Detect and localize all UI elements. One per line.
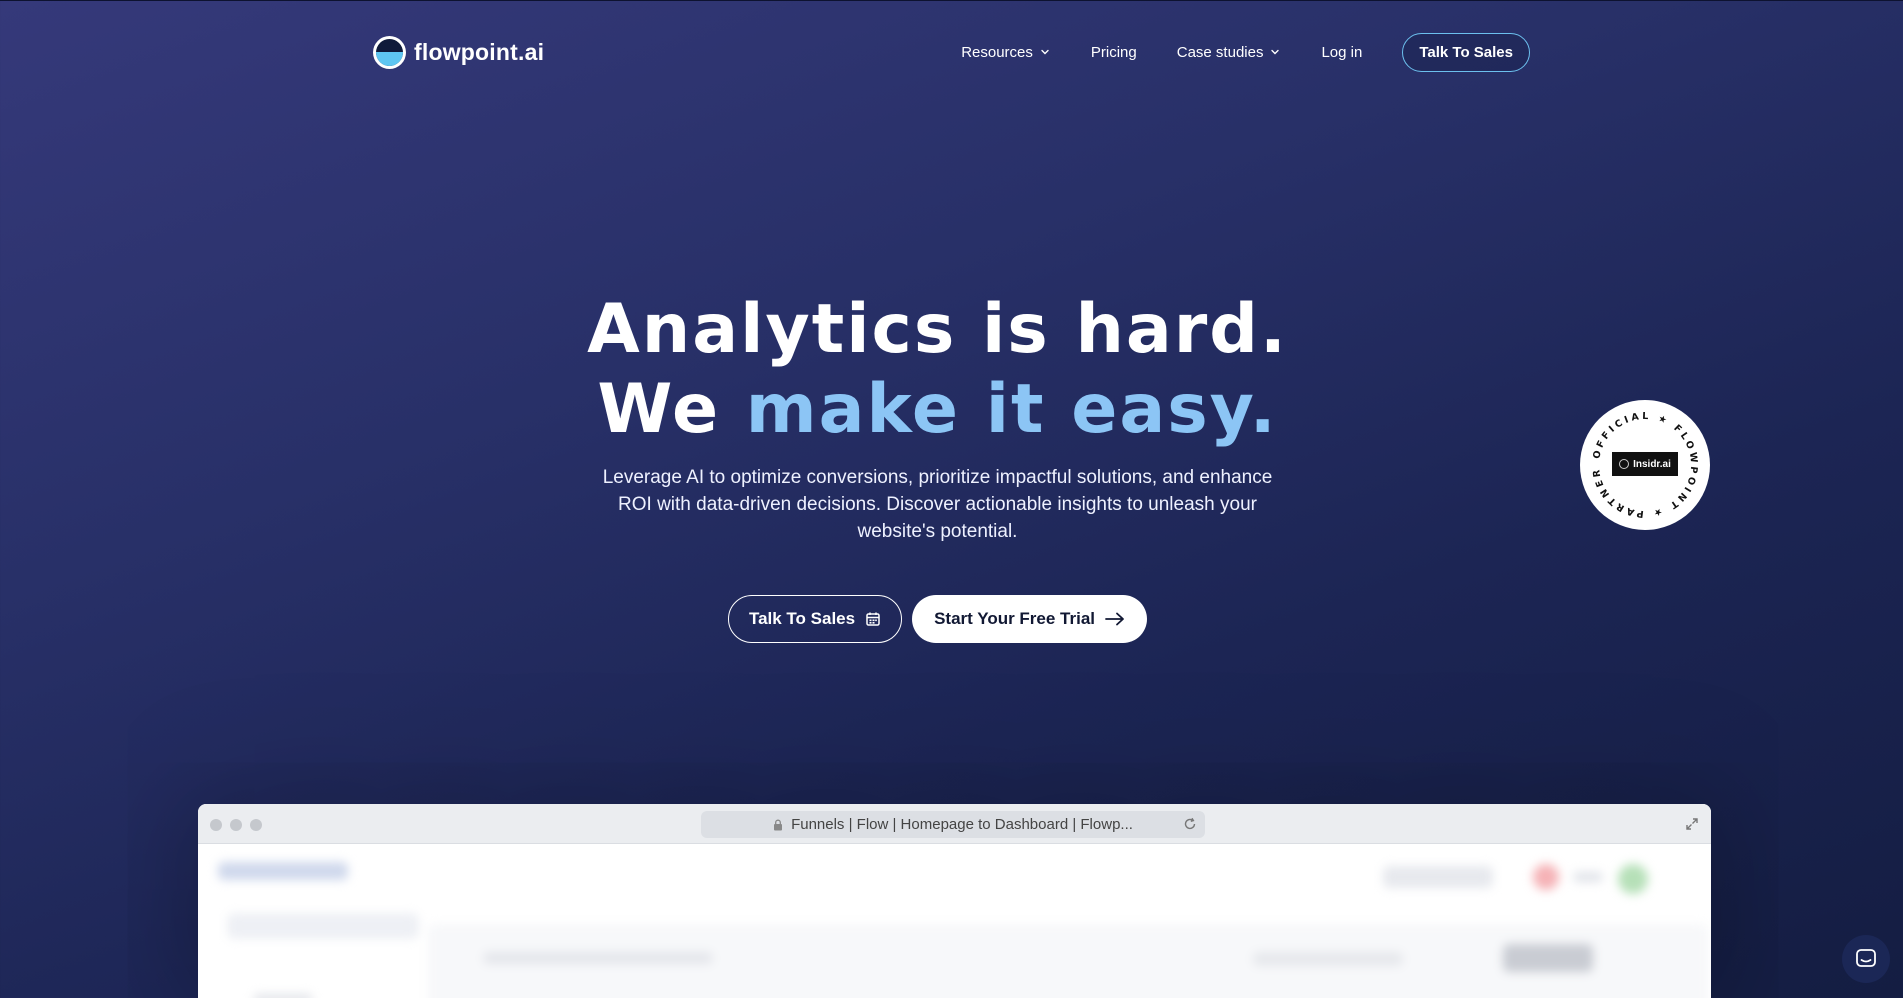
talk-to-sales-button[interactable]: Talk To Sales: [727, 595, 903, 643]
chevron-down-icon: [1041, 49, 1049, 55]
main-nav: Resources Pricing Case studies Log in Ta…: [961, 32, 1530, 72]
blurred-block: [1383, 866, 1493, 888]
product-preview-window: Funnels | Flow | Homepage to Dashboard |…: [198, 804, 1711, 998]
hero-subtitle: Leverage AI to optimize conversions, pri…: [602, 467, 1273, 542]
blurred-block: [483, 952, 713, 964]
talk-to-sales-nav-button[interactable]: Talk To Sales: [1402, 32, 1530, 72]
blurred-block: [228, 914, 418, 938]
badge-partner-name: Insidr.ai: [1633, 458, 1671, 470]
blurred-block: [1533, 864, 1559, 890]
lock-icon: [774, 819, 783, 830]
browser-toolbar: Funnels | Flow | Homepage to Dashboard |…: [198, 804, 1711, 844]
hero-title-we: We: [597, 370, 721, 449]
chat-launcher-button[interactable]: [1842, 935, 1890, 983]
nav-item-label: Resources: [961, 43, 1033, 61]
insidr-logo-icon: [1619, 459, 1630, 469]
nav-item-case-studies[interactable]: Case studies: [1177, 44, 1282, 61]
chevron-down-icon: [1271, 49, 1280, 55]
blurred-block: [1573, 872, 1603, 882]
blurred-block: [1618, 864, 1648, 894]
hero-cta-row: Talk To Sales Start Your Free Trial: [0, 595, 1875, 643]
minimize-dot[interactable]: [230, 819, 242, 831]
site-header: flowpoint.ai Resources Pricing Case stud…: [373, 32, 1530, 72]
brand-name: flowpoint.ai: [414, 38, 545, 65]
nav-item-label: Case studies: [1176, 43, 1264, 61]
brand-logo[interactable]: flowpoint.ai: [373, 35, 545, 69]
nav-item-label: Log in: [1321, 43, 1363, 61]
calendar-icon: [866, 612, 880, 626]
chat-icon: [1856, 949, 1876, 967]
close-dot[interactable]: [210, 819, 222, 831]
nav-item-login[interactable]: Log in: [1321, 44, 1362, 61]
arrow-right-icon: [1105, 612, 1124, 626]
badge-partner-logo: Insidr.ai: [1612, 452, 1678, 476]
blurred-block: [218, 862, 348, 880]
hero-title-make-it: make it: [745, 370, 1046, 449]
blurred-block: [253, 994, 313, 998]
window-controls: [210, 819, 262, 831]
official-partner-badge[interactable]: OFFICIAL ★ FLOWPOINT ★ PARTNER ★ Insidr.…: [1580, 400, 1710, 530]
start-free-trial-label: Start Your Free Trial: [934, 609, 1096, 628]
address-bar[interactable]: Funnels | Flow | Homepage to Dashboard |…: [701, 811, 1205, 838]
reload-icon[interactable]: [1183, 817, 1197, 831]
logo-icon: [373, 35, 406, 69]
hero-title-line1: Analytics is hard.: [587, 290, 1288, 369]
nav-item-label: Pricing: [1090, 43, 1137, 61]
top-border: [0, 0, 1903, 1]
nav-item-pricing[interactable]: Pricing: [1091, 44, 1137, 61]
blurred-block: [1503, 944, 1593, 972]
blurred-block: [1253, 952, 1403, 966]
hero-title-easy: easy.: [1071, 370, 1278, 449]
zoom-dot[interactable]: [250, 819, 262, 831]
start-free-trial-button[interactable]: Start Your Free Trial: [912, 595, 1148, 643]
expand-icon[interactable]: [1685, 817, 1699, 831]
blurred-dashboard-content: [198, 844, 1711, 998]
talk-to-sales-label: Talk To Sales: [748, 609, 856, 628]
page-tab-title: Funnels | Flow | Homepage to Dashboard |…: [791, 816, 1133, 833]
nav-item-resources[interactable]: Resources: [961, 44, 1051, 61]
